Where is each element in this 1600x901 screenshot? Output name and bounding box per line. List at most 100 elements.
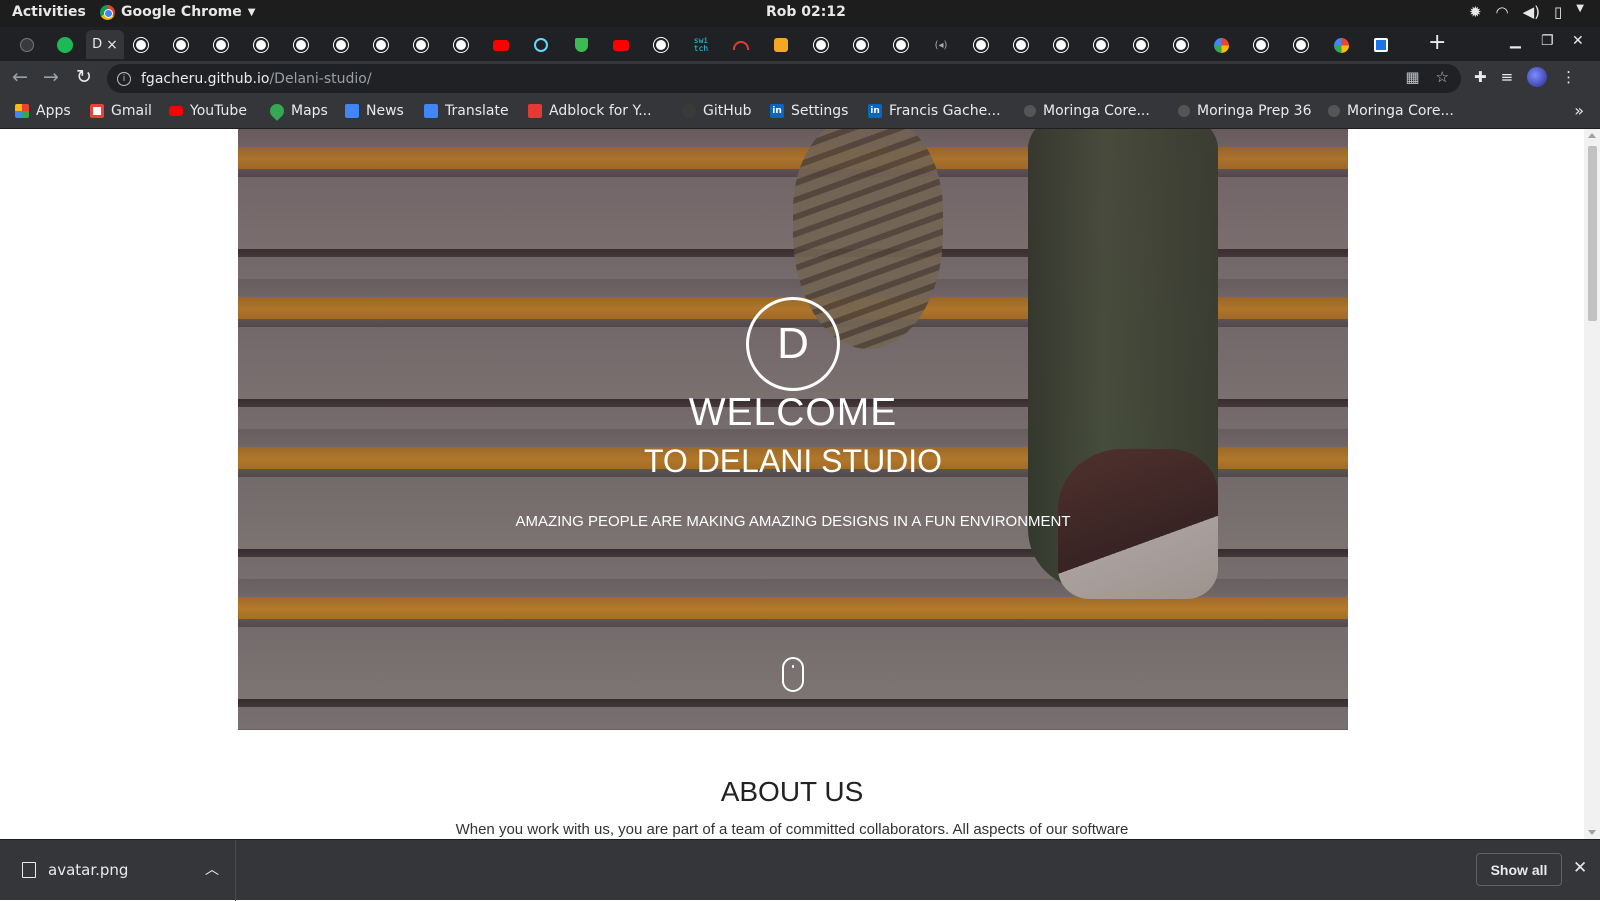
globe-icon <box>854 38 868 52</box>
tab-app[interactable] <box>52 32 78 58</box>
tab-page[interactable] <box>368 32 394 58</box>
tab-orange[interactable] <box>768 32 794 58</box>
tab-page[interactable] <box>128 32 154 58</box>
youtube-icon <box>493 39 509 51</box>
bookmark-gmail[interactable]: Gmail <box>90 103 152 119</box>
scroll-up-icon[interactable] <box>1588 133 1596 138</box>
window-close-icon[interactable]: ✕ <box>1572 33 1584 49</box>
tab-youtube[interactable] <box>608 32 634 58</box>
globe-icon <box>894 38 908 52</box>
tab-page[interactable] <box>1008 32 1034 58</box>
minimize-icon[interactable]: ▁ <box>1510 33 1521 49</box>
scrollbar-thumb[interactable] <box>1588 146 1597 321</box>
page-scrollbar[interactable] <box>1584 129 1600 839</box>
chevron-up-icon[interactable]: ︿ <box>205 859 219 879</box>
back-icon[interactable]: ← <box>12 66 28 88</box>
activities-button[interactable]: Activities <box>12 4 86 20</box>
tab-page[interactable] <box>1248 32 1274 58</box>
tab-page[interactable] <box>888 32 914 58</box>
download-item[interactable]: avatar.png ︿ <box>0 840 236 901</box>
bookmark-moringa-core[interactable]: Moringa Core... <box>1024 103 1150 119</box>
tab-tech[interactable]: swi tch <box>688 32 714 58</box>
tab-active-delani[interactable]: D × <box>86 30 124 59</box>
scroll-mouse-icon[interactable] <box>782 657 804 692</box>
qr-code-icon[interactable]: ▦ <box>1405 68 1419 86</box>
bookmark-translate[interactable]: Translate <box>424 103 509 119</box>
scroll-down-icon[interactable] <box>1588 830 1596 835</box>
chevron-down-icon: ▼ <box>247 6 256 18</box>
tab-page[interactable] <box>1128 32 1154 58</box>
new-tab-button[interactable]: + <box>1428 30 1446 55</box>
tab-react[interactable] <box>528 32 554 58</box>
tab-page[interactable] <box>1048 32 1074 58</box>
bookmark-star-icon[interactable]: ☆ <box>1436 68 1449 86</box>
tab-page[interactable] <box>1288 32 1314 58</box>
tab-page[interactable] <box>328 32 354 58</box>
restore-icon[interactable]: ❐ <box>1541 33 1554 49</box>
google-icon <box>1333 37 1349 53</box>
apps-grid-icon <box>15 104 29 118</box>
close-icon[interactable]: ✕ <box>1573 858 1587 878</box>
bookmark-news[interactable]: News <box>345 103 404 119</box>
media-control-icon[interactable]: ≡ <box>1501 68 1514 86</box>
address-bar[interactable]: i fgacheru.github.io/Delani-studio/ ▦ ☆ <box>107 64 1461 93</box>
bookmark-moringa-core-2[interactable]: Moringa Core... <box>1328 103 1454 119</box>
tab-page[interactable] <box>648 32 674 58</box>
reload-icon[interactable]: ↻ <box>76 66 92 88</box>
download-file-name: avatar.png <box>48 861 129 879</box>
globe-icon <box>214 38 228 52</box>
show-all-button[interactable]: Show all <box>1476 853 1562 886</box>
bookmark-moringa-prep[interactable]: Moringa Prep 36 <box>1178 103 1312 119</box>
tab-page[interactable] <box>288 32 314 58</box>
tab-github[interactable] <box>14 32 40 58</box>
clock[interactable]: Rob 02:12 <box>766 4 846 20</box>
app-menu-label: Google Chrome <box>121 4 242 20</box>
tab-page[interactable] <box>248 32 274 58</box>
hero-title: WELCOME <box>688 391 898 434</box>
tab-node[interactable] <box>568 32 594 58</box>
system-tray[interactable]: ✹ ◠ ◀) ▯ ▼ <box>1469 3 1584 21</box>
tab-speedtest[interactable] <box>728 32 754 58</box>
chevron-down-icon[interactable]: ▼ <box>1576 3 1584 21</box>
bookmark-youtube[interactable]: YouTube <box>169 103 247 119</box>
tab-audio[interactable]: (◂) <box>928 32 954 58</box>
tab-youtube[interactable] <box>488 32 514 58</box>
forward-icon[interactable]: → <box>43 66 59 88</box>
bookmark-label: YouTube <box>190 103 247 119</box>
tab-page[interactable] <box>808 32 834 58</box>
tab-page[interactable] <box>1168 32 1194 58</box>
globe-icon <box>654 38 668 52</box>
site-info-icon[interactable]: i <box>117 71 131 86</box>
extensions-puzzle-icon[interactable]: ✚ <box>1474 68 1487 86</box>
bookmarks-overflow-icon[interactable]: » <box>1574 101 1584 120</box>
profile-avatar[interactable] <box>1527 67 1548 87</box>
react-icon <box>534 38 548 52</box>
volume-icon[interactable]: ◀) <box>1523 3 1540 21</box>
bookmark-maps[interactable]: Maps <box>267 101 328 121</box>
bookmark-settings[interactable]: in Settings <box>770 103 848 119</box>
hero-logo-circle: D <box>746 297 840 391</box>
bookmark-apps[interactable]: Apps <box>15 103 71 119</box>
app-menu[interactable]: Google Chrome ▼ <box>100 4 255 20</box>
tab-page[interactable] <box>968 32 994 58</box>
tab-google[interactable] <box>1328 32 1354 58</box>
tab-page[interactable] <box>408 32 434 58</box>
tab-close-icon[interactable]: × <box>106 37 118 53</box>
weather-icon[interactable]: ✹ <box>1469 3 1482 21</box>
tab-page[interactable] <box>208 32 234 58</box>
battery-icon[interactable]: ▯ <box>1554 3 1562 21</box>
tab-google[interactable] <box>1208 32 1234 58</box>
tab-page[interactable] <box>168 32 194 58</box>
calendar-icon <box>1374 38 1388 52</box>
wifi-icon[interactable]: ◠ <box>1496 3 1509 21</box>
tab-page[interactable] <box>848 32 874 58</box>
tab-page[interactable] <box>1088 32 1114 58</box>
tab-page[interactable] <box>448 32 474 58</box>
globe-icon <box>414 38 428 52</box>
tab-calendar[interactable] <box>1368 32 1394 58</box>
bookmark-github[interactable]: GitHub <box>682 103 752 119</box>
linkedin-icon: in <box>770 104 784 118</box>
menu-kebab-icon[interactable]: ⋮ <box>1561 68 1576 86</box>
bookmark-adblock[interactable]: Adblock for Y... <box>528 103 652 119</box>
bookmark-francis[interactable]: in Francis Gache... <box>868 103 1001 119</box>
